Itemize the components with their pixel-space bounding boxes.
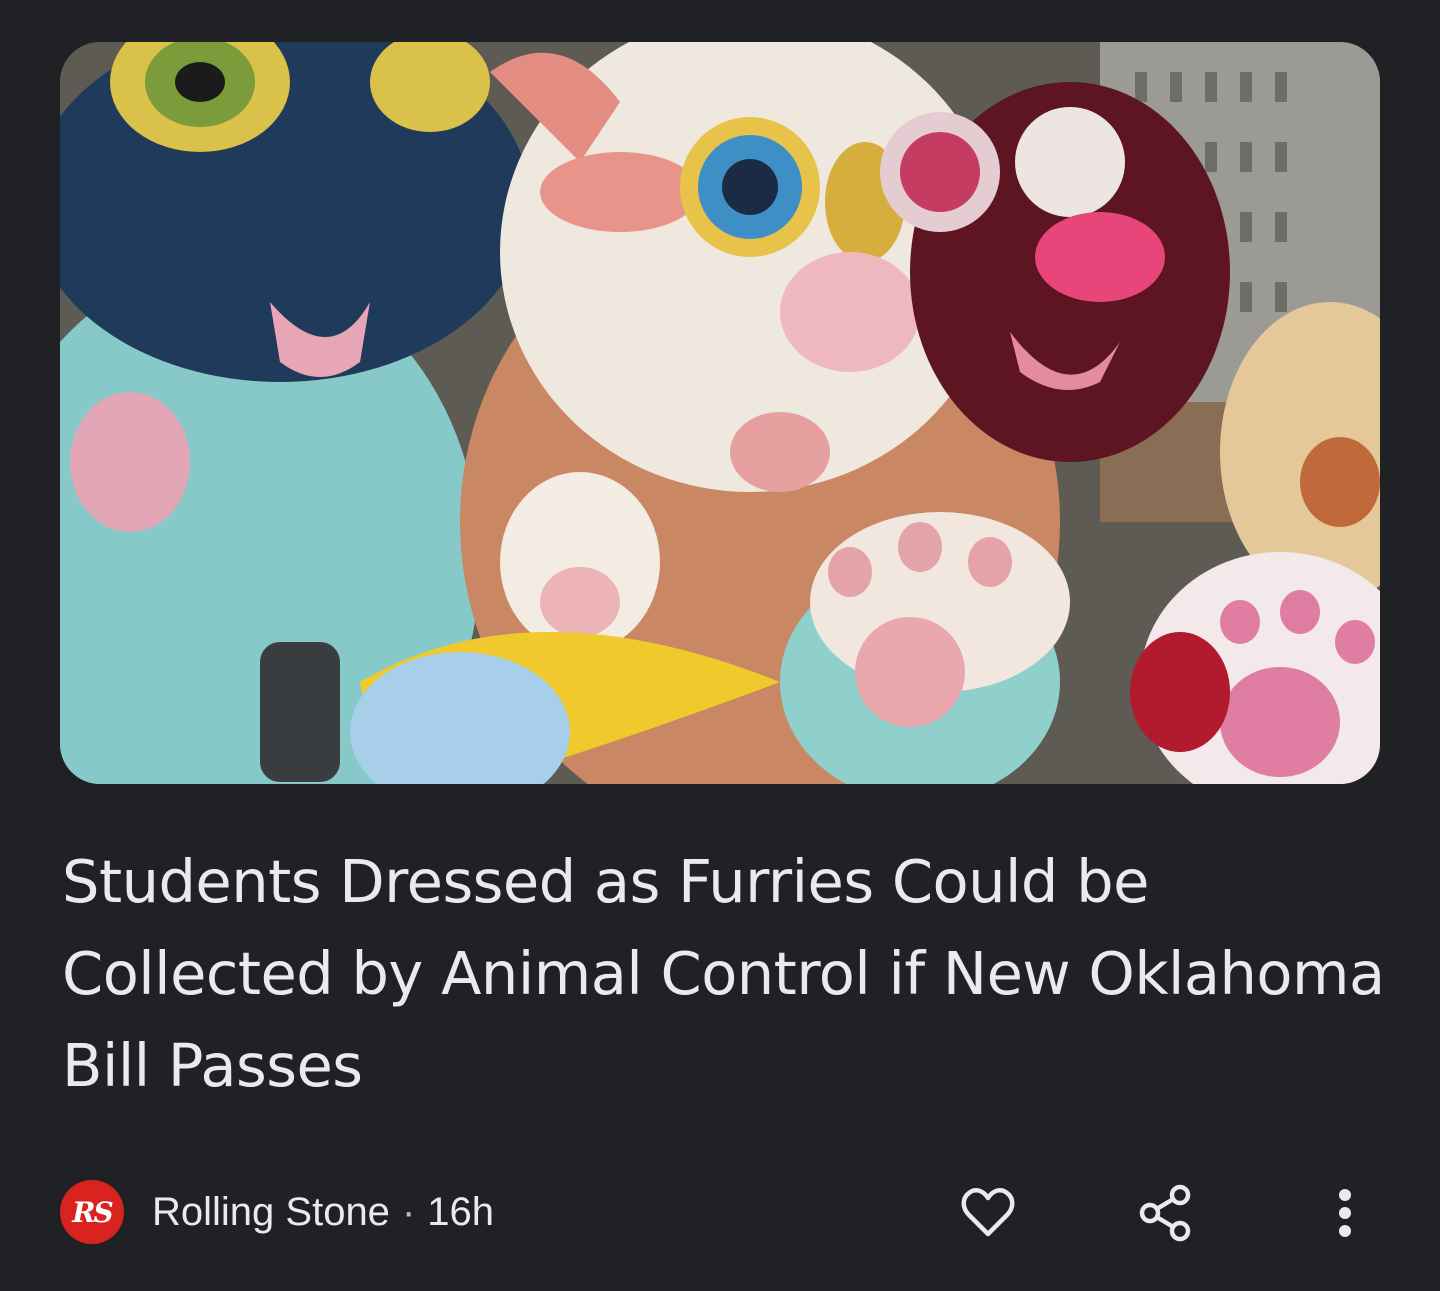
publisher-logo[interactable]: RS [60,1180,124,1244]
meta-separator: · [401,1189,416,1234]
source-info: Rolling Stone · 16h [152,1190,494,1235]
published-time: 16h [427,1189,495,1234]
article-headline[interactable]: Students Dressed as Furries Could be Col… [62,836,1392,1112]
more-vertical-icon [1339,1189,1351,1237]
share-icon [1139,1184,1191,1242]
publisher-name[interactable]: Rolling Stone [152,1190,390,1234]
article-image[interactable] [60,42,1380,784]
article-meta: RS Rolling Stone · 16h [60,1180,494,1244]
heart-outline-icon [961,1188,1015,1237]
like-button[interactable] [953,1178,1023,1248]
share-button[interactable] [1130,1178,1200,1248]
news-card[interactable]: Students Dressed as Furries Could be Col… [0,0,1440,1291]
more-options-button[interactable] [1310,1178,1380,1248]
fursuit-photo [60,42,1380,784]
